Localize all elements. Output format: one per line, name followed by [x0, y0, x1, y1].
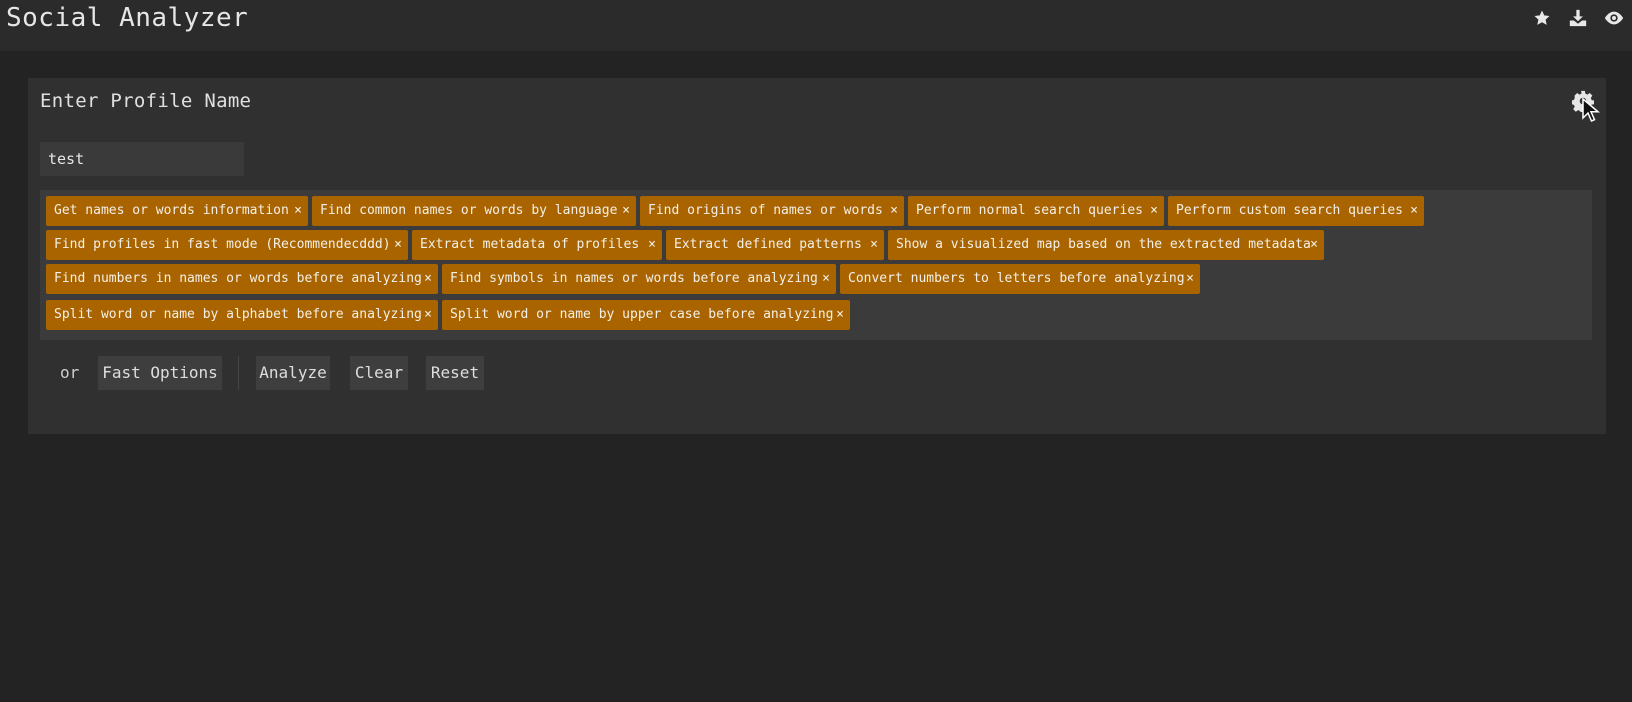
analyzer-panel: Enter Profile Name Get names or words in… — [28, 78, 1606, 434]
app-title: Social Analyzer — [6, 3, 249, 33]
tag-split-by-upper-case[interactable]: Split word or name by upper case before … — [442, 300, 850, 330]
tag-find-symbols[interactable]: Find symbols in names or words before an… — [442, 264, 836, 294]
reset-button[interactable]: Reset — [426, 356, 484, 390]
remove-tag-icon[interactable]: × — [622, 196, 630, 226]
tag-convert-numbers[interactable]: Convert numbers to letters before analyz… — [840, 264, 1200, 294]
remove-tag-icon[interactable]: × — [1310, 230, 1318, 260]
tag-split-by-alphabet[interactable]: Split word or name by alphabet before an… — [46, 300, 438, 330]
remove-tag-icon[interactable]: × — [890, 196, 898, 226]
remove-tag-icon[interactable]: × — [1410, 196, 1418, 226]
remove-tag-icon[interactable]: × — [394, 230, 402, 260]
remove-tag-icon[interactable]: × — [1150, 196, 1158, 226]
tag-find-numbers[interactable]: Find numbers in names or words before an… — [46, 264, 438, 294]
tag-fast-mode[interactable]: Find profiles in fast mode (Recommendecd… — [46, 230, 408, 260]
remove-tag-icon[interactable]: × — [424, 264, 432, 294]
download-icon[interactable] — [1560, 6, 1596, 30]
action-bar: or Fast Options Analyze Clear Reset — [28, 356, 628, 390]
mouse-cursor-icon — [1581, 97, 1603, 124]
tag-get-names-info[interactable]: Get names or words information × — [46, 196, 308, 226]
tag-common-names-by-language[interactable]: Find common names or words by language × — [312, 196, 636, 226]
clear-button[interactable]: Clear — [350, 356, 408, 390]
tag-find-origins[interactable]: Find origins of names or words × — [640, 196, 904, 226]
remove-tag-icon[interactable]: × — [294, 196, 302, 226]
tag-extract-patterns[interactable]: Extract defined patterns × — [666, 230, 884, 260]
options-tag-list: Get names or words information × Find co… — [40, 190, 1592, 340]
remove-tag-icon[interactable]: × — [836, 300, 844, 330]
fast-options-button[interactable]: Fast Options — [98, 356, 222, 390]
top-bar: Social Analyzer — [0, 0, 1632, 51]
tag-extract-metadata[interactable]: Extract metadata of profiles × — [412, 230, 662, 260]
profile-name-input[interactable] — [40, 142, 244, 176]
star-icon[interactable] — [1524, 6, 1560, 30]
or-label: or — [60, 363, 80, 382]
remove-tag-icon[interactable]: × — [424, 300, 432, 330]
eye-icon[interactable] — [1596, 6, 1632, 30]
remove-tag-icon[interactable]: × — [1186, 264, 1194, 294]
remove-tag-icon[interactable]: × — [870, 230, 878, 260]
tag-custom-search[interactable]: Perform custom search queries × — [1168, 196, 1424, 226]
tag-visualized-map[interactable]: Show a visualized map based on the extra… — [888, 230, 1324, 260]
tag-normal-search[interactable]: Perform normal search queries × — [908, 196, 1164, 226]
divider — [238, 356, 239, 390]
header-actions — [1524, 6, 1632, 30]
remove-tag-icon[interactable]: × — [648, 230, 656, 260]
analyze-button[interactable]: Analyze — [256, 356, 330, 390]
panel-title: Enter Profile Name — [40, 90, 252, 112]
remove-tag-icon[interactable]: × — [822, 264, 830, 294]
